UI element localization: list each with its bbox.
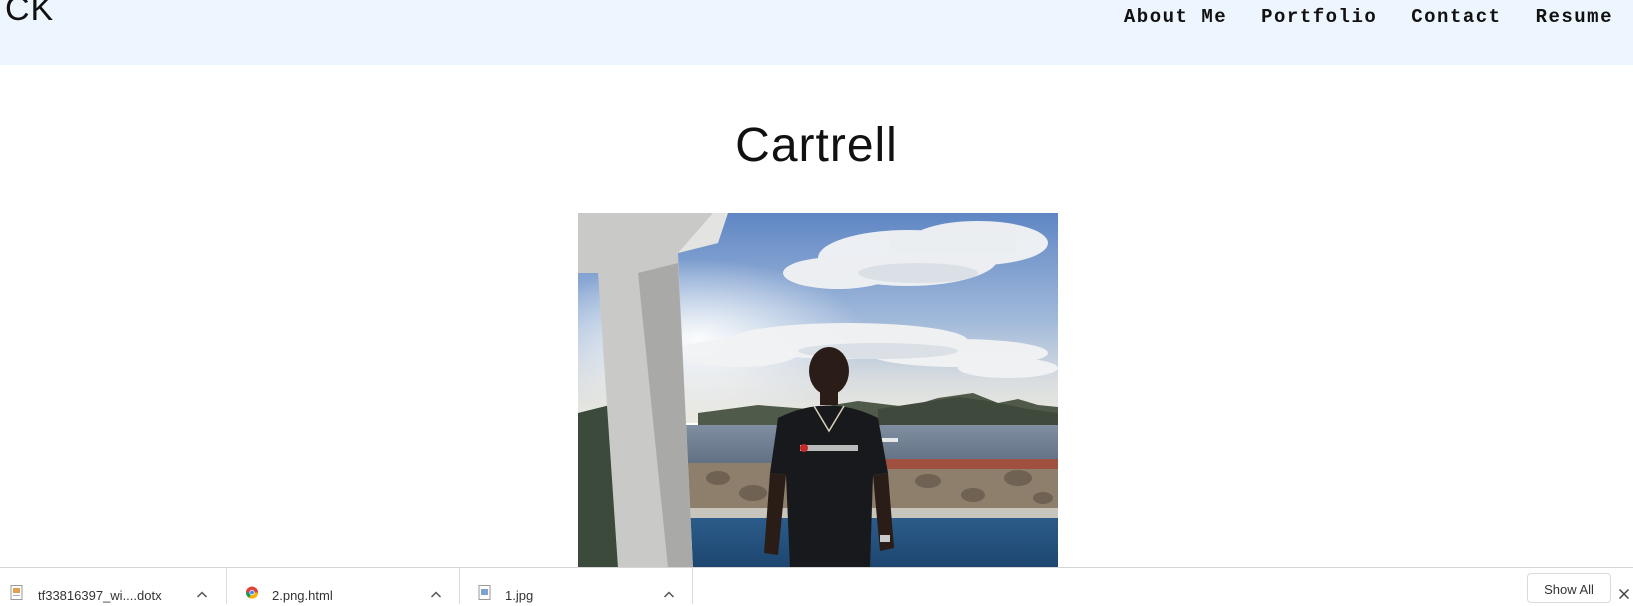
site-logo[interactable]: CK [5,0,54,29]
document-icon [10,585,23,600]
download-filename: 1.jpg [505,588,534,603]
downloads-bar: tf33816397_wi....dotx 2.png.html 1.jpg S… [0,567,1633,604]
download-filename: tf33816397_wi....dotx [38,588,162,603]
page-title: Cartrell [735,119,898,172]
download-item[interactable]: 2.png.html [227,568,460,604]
image-file-icon [478,585,491,600]
download-item[interactable]: 1.jpg [460,568,693,604]
chevron-up-icon[interactable] [196,590,208,600]
profile-photo [578,213,1058,568]
nav-contact[interactable]: Contact [1411,6,1501,28]
nav-about-me[interactable]: About Me [1124,6,1227,28]
chevron-up-icon[interactable] [430,590,442,600]
download-item[interactable]: tf33816397_wi....dotx [0,568,227,604]
nav-portfolio[interactable]: Portfolio [1261,6,1377,28]
download-filename: 2.png.html [272,588,333,603]
chevron-up-icon[interactable] [663,590,675,600]
close-icon[interactable] [1618,588,1630,600]
site-header: CK About Me Portfolio Contact Resume [0,0,1633,65]
show-all-button[interactable]: Show All [1527,573,1611,603]
main-nav: About Me Portfolio Contact Resume [1124,6,1613,28]
chrome-icon [246,586,258,599]
nav-resume[interactable]: Resume [1536,6,1613,28]
